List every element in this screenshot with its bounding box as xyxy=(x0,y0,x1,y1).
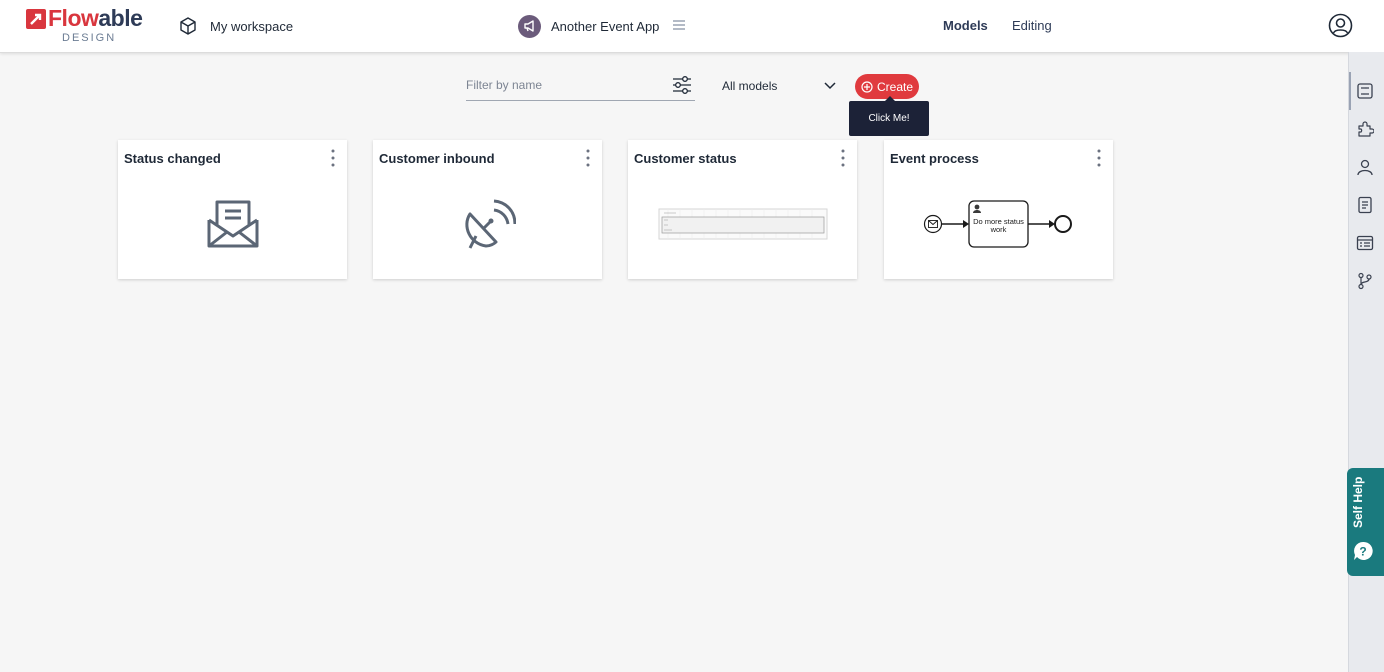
svg-text:?: ? xyxy=(1359,545,1366,559)
satellite-dish-icon xyxy=(464,199,516,249)
kebab-menu-icon[interactable] xyxy=(837,148,849,168)
card-thumbnail xyxy=(373,184,602,264)
workspace-label: My workspace xyxy=(210,18,294,34)
kebab-menu-icon[interactable] xyxy=(327,148,339,168)
chevron-down-icon xyxy=(824,82,836,90)
workspace-selector[interactable]: My workspace xyxy=(178,16,293,36)
user-icon[interactable] xyxy=(1356,158,1374,176)
document-icon[interactable] xyxy=(1356,196,1374,214)
filter-input[interactable] xyxy=(466,75,656,95)
form-preview-thumbnail xyxy=(658,208,827,240)
card-title: Event process xyxy=(890,151,979,166)
megaphone-icon xyxy=(518,14,541,38)
plus-circle-icon xyxy=(861,80,873,93)
card-title: Status changed xyxy=(124,151,221,166)
self-help-button[interactable]: Self Help ? xyxy=(1347,468,1384,576)
card-thumbnail xyxy=(628,184,857,264)
nav-models[interactable]: Models xyxy=(943,18,988,33)
hamburger-menu-icon[interactable] xyxy=(672,18,686,32)
envelope-open-icon xyxy=(207,200,258,248)
list-icon[interactable] xyxy=(1356,234,1374,252)
flowable-logo[interactable]: Flowable DESIGN xyxy=(26,5,148,46)
create-tooltip: Click Me! xyxy=(849,96,929,136)
bpmn-task-label-2: work xyxy=(989,225,1006,234)
filter-field xyxy=(466,72,695,101)
nav-editing[interactable]: Editing xyxy=(1012,18,1052,33)
puzzle-icon[interactable] xyxy=(1356,120,1374,138)
card-title: Customer inbound xyxy=(379,151,495,166)
cube-icon xyxy=(180,17,196,35)
model-card[interactable]: Customer status xyxy=(628,140,857,279)
user-avatar-icon[interactable] xyxy=(1328,13,1353,38)
top-header: Flowable DESIGN My workspace Another Eve… xyxy=(0,0,1384,53)
flowable-logo-mark xyxy=(26,9,46,29)
right-tool-rail xyxy=(1348,52,1384,672)
card-thumbnail: Do more status work xyxy=(884,184,1113,264)
kebab-menu-icon[interactable] xyxy=(582,148,594,168)
model-card[interactable]: Status changed xyxy=(118,140,347,279)
app-settings-icon[interactable] xyxy=(1356,82,1374,100)
model-type-value: All models xyxy=(722,79,778,93)
model-card[interactable]: Customer inbound xyxy=(373,140,602,279)
git-branch-icon[interactable] xyxy=(1356,272,1374,290)
card-title: Customer status xyxy=(634,151,737,166)
kebab-menu-icon[interactable] xyxy=(1093,148,1105,168)
card-thumbnail xyxy=(118,184,347,264)
model-card[interactable]: Event process Do more status work xyxy=(884,140,1113,279)
self-help-label: Self Help xyxy=(1351,476,1365,528)
rail-active-indicator xyxy=(1349,72,1351,110)
logo-wordmark: Flowable xyxy=(48,5,143,31)
bpmn-diagram-thumbnail: Do more status work xyxy=(923,200,1072,248)
filter-settings-icon[interactable] xyxy=(672,75,692,95)
app-name: Another Event App xyxy=(551,18,660,34)
model-type-select[interactable]: All models xyxy=(722,78,836,96)
app-selector[interactable]: Another Event App xyxy=(518,14,659,38)
question-bubble-icon: ? xyxy=(1354,541,1373,560)
create-label: Create xyxy=(876,79,914,94)
logo-subtitle: DESIGN xyxy=(62,32,117,44)
